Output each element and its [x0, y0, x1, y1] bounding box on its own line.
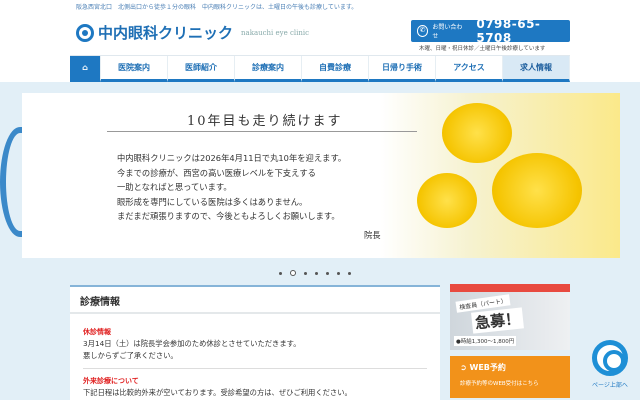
clinic-name-en: nakauchi eye clinic: [241, 28, 310, 37]
closed-days: 木曜、日曜・祝日休診／土曜日午後診療しています: [419, 46, 546, 52]
slider-dot[interactable]: [279, 271, 282, 275]
slide-title: 10年目も走り続けます: [187, 114, 343, 129]
info-heading: 外来診療について: [83, 377, 139, 385]
rose-image: [417, 173, 477, 228]
slider-dot[interactable]: [304, 271, 307, 275]
divider: [83, 368, 427, 369]
info-line: 悪しからずご了承ください。: [83, 351, 178, 360]
web-subtitle: 診療予約等のWEB受付はこちら: [460, 381, 539, 387]
slider-dot-active[interactable]: [290, 270, 296, 276]
rose-image: [442, 103, 512, 163]
nav-doctor[interactable]: 医師紹介: [168, 56, 235, 82]
eye-mascot-icon: [592, 340, 628, 376]
recruit-banner[interactable]: 検査員（パート） 急募！ ●時給1,300〜1,800円: [450, 284, 570, 350]
nav-surgery[interactable]: 日帰り手術: [369, 56, 436, 82]
message-line: 眼形成を専門にしている医院は多くはありません。: [117, 196, 308, 207]
slider-dot[interactable]: [326, 271, 329, 275]
slide[interactable]: 10年目も走り続けます 中内眼科クリニックは2026年4月11日で丸10年を迎え…: [22, 93, 620, 258]
web-title: WEB予約: [469, 363, 506, 372]
message-line: 中内眼科クリニックは2026年4月11日で丸10年を迎えます。: [117, 153, 347, 163]
slider-dot[interactable]: [348, 271, 351, 275]
top-tagline: 阪急西宮北口 北側出口から徒歩１分の眼科 中内眼科クリニックは、土曜日の午後も診…: [76, 4, 358, 11]
divider: [107, 131, 417, 132]
web-reservation-button[interactable]: ➲ WEB予約 診療予約等のWEB受付はこちら: [450, 356, 570, 398]
contact-label: お問い合わせ: [432, 24, 463, 40]
hero-slider: 10年目も走り続けます 中内眼科クリニックは2026年4月11日で丸10年を迎え…: [0, 82, 640, 282]
main-nav: ⌂ 医院案内 医師紹介 診療案内 自費診療 日帰り手術 アクセス 求人情報: [70, 55, 570, 82]
nav-recruit[interactable]: 求人情報: [503, 56, 570, 82]
slider-dot[interactable]: [315, 271, 318, 275]
clinic-logo[interactable]: 中内眼科クリニック nakauchi eye clinic: [76, 22, 309, 43]
clinic-info-panel: 診療情報 休診情報 3月14日（土）は院長学会参加のため休診とさせていただきます…: [70, 285, 440, 400]
nav-about[interactable]: 医院案内: [101, 56, 168, 82]
eye-logo-icon: [76, 23, 94, 42]
info-block: 休診情報 3月14日（土）は院長学会参加のため休診とさせていただきます。 悪しか…: [70, 326, 440, 362]
page-top-button[interactable]: ページ上部へ: [588, 340, 632, 389]
nav-private[interactable]: 自費診療: [302, 56, 369, 82]
clinic-name: 中内眼科クリニック: [98, 24, 234, 42]
nav-home[interactable]: ⌂: [70, 56, 101, 82]
info-line: 3月14日（土）は院長学会参加のため休診とさせていただきます。: [83, 339, 301, 348]
page-top-label: ページ上部へ: [592, 382, 628, 389]
phone-contact[interactable]: ✆ お問い合わせ 0798-65-5708: [411, 17, 570, 45]
phone-icon: ✆: [417, 25, 429, 37]
message-line: まだまだ頑張りますので、今後ともよろしくお願いします。: [117, 211, 340, 221]
slider-dots: [279, 270, 351, 276]
recruit-pay: ●時給1,300〜1,800円: [454, 336, 517, 346]
info-block: 外来診療について 下記日程は比較的外来が空いております。受診希望の方は、ぜひご利…: [70, 375, 440, 399]
phone-number: 0798-65-5708: [476, 17, 541, 45]
slide-signature: 院長: [364, 230, 381, 240]
info-title: 診療情報: [70, 287, 440, 314]
recruit-urgent: 急募！: [471, 307, 524, 334]
slider-dot[interactable]: [337, 271, 340, 275]
arrow-circle-icon: ➲: [460, 363, 470, 372]
nav-access[interactable]: アクセス: [436, 56, 503, 82]
message-line: 今までの診療が、西宮の高い医療レベルを下支えする: [117, 167, 316, 178]
info-heading: 休診情報: [83, 328, 111, 336]
nav-treatment[interactable]: 診療案内: [235, 56, 302, 82]
info-line: 下記日程は比較的外来が空いております。受診希望の方は、ぜひご利用ください。: [83, 388, 352, 397]
slide-message: 中内眼科クリニックは2026年4月11日で丸10年を迎えます。 今までの診療が、…: [117, 151, 346, 224]
rose-image: [492, 153, 582, 228]
message-line: 一助となればと思っています。: [117, 182, 232, 192]
